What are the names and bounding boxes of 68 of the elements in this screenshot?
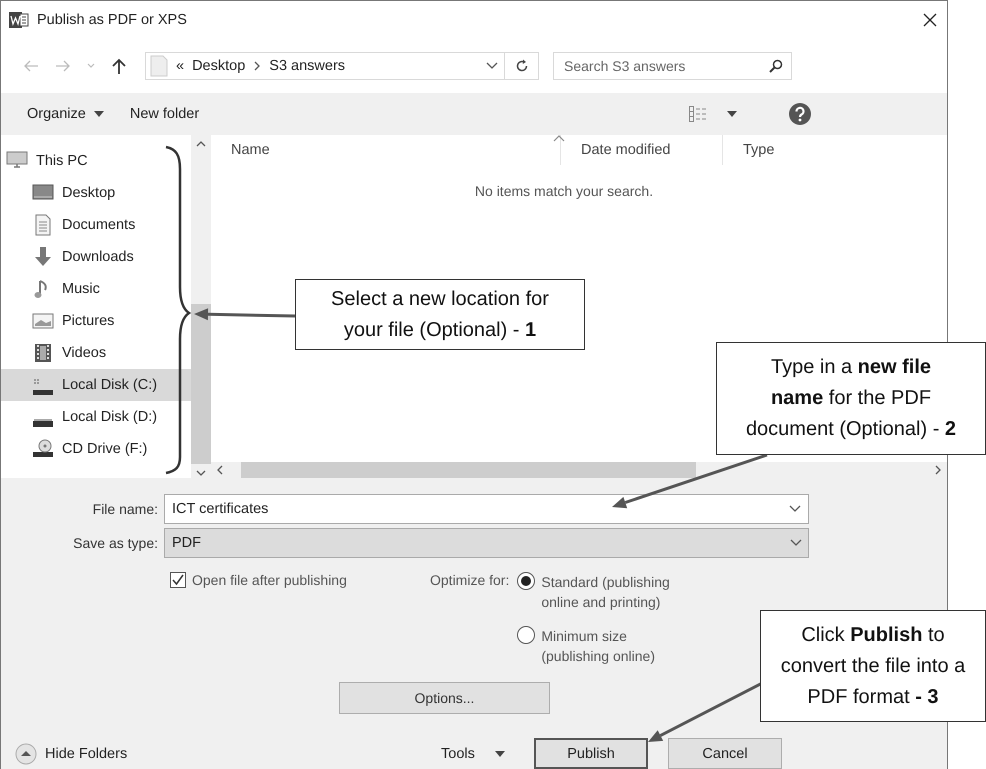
folder-tree-item[interactable]: Documents — [1, 208, 191, 241]
radio-option[interactable]: Standard (publishing online and printing) — [517, 572, 692, 612]
organize-menu[interactable]: Organize — [27, 106, 104, 122]
checkbox[interactable] — [170, 572, 186, 588]
folder-tree-item[interactable]: CD Drive (F:) — [1, 432, 191, 465]
folder-tree-item[interactable]: Local Disk (C:) — [1, 368, 191, 401]
checkbox-option[interactable]: Open file after publishing — [170, 572, 430, 666]
radio-button[interactable] — [517, 626, 536, 644]
folder-tree-item[interactable]: Pictures — [1, 304, 191, 337]
save-type-dropdown[interactable]: PDF — [164, 528, 809, 558]
empty-message: No items match your search. — [474, 182, 654, 199]
callout-box: Click Publish to convert the file into a PDF format - 3 — [760, 610, 986, 722]
drive-icon — [32, 418, 54, 428]
close-icon[interactable] — [923, 12, 937, 27]
chevron-down-icon[interactable] — [789, 505, 801, 513]
radio-option[interactable]: Minimum size (publishing online) — [517, 626, 692, 666]
overflow-chevron[interactable]: « — [176, 58, 184, 74]
publish-button[interactable]: Publish — [534, 738, 648, 769]
scroll-left-icon[interactable] — [217, 465, 223, 475]
up-arrow-icon[interactable] — [112, 58, 126, 74]
window-title: Publish as PDF or XPS — [37, 12, 188, 28]
folder-tree-item[interactable]: Music — [1, 272, 191, 305]
column-header[interactable]: Name — [211, 134, 561, 165]
folder-tree-item[interactable]: This PC — [1, 144, 191, 177]
folder-tree-item[interactable]: Downloads — [1, 240, 191, 273]
tools-menu[interactable]: Tools — [441, 746, 534, 762]
collapse-icon[interactable] — [15, 742, 37, 764]
radio-button[interactable] — [517, 572, 536, 590]
caret-icon — [727, 110, 737, 117]
optimize-label: Optimize for: — [430, 572, 510, 590]
path-segment[interactable]: Desktop — [192, 58, 246, 74]
hide-folders-button[interactable]: Hide Folders — [15, 742, 441, 764]
cancel-button[interactable]: Cancel — [668, 738, 782, 769]
search-icon — [769, 58, 783, 73]
film-icon — [32, 342, 54, 364]
chevron-icon — [253, 60, 262, 71]
refresh-icon[interactable] — [514, 58, 528, 73]
address-bar[interactable]: « Desktop S3 answers — [145, 52, 505, 80]
search-field[interactable]: Search S3 answers — [553, 52, 792, 80]
drive-icon — [32, 378, 54, 396]
view-options-icon[interactable] — [689, 106, 707, 122]
new-folder-button[interactable]: New folder — [130, 106, 200, 122]
caret-icon — [94, 110, 104, 117]
caret-icon — [494, 750, 505, 756]
chevron-down-icon[interactable] — [790, 539, 802, 547]
cd-drive-icon — [32, 438, 54, 460]
folder-tree-item[interactable]: Local Disk (D:) — [1, 400, 191, 433]
folder-tree-item[interactable]: Desktop — [1, 176, 191, 209]
scroll-right-icon[interactable] — [935, 465, 941, 475]
column-header[interactable]: Date modified — [561, 134, 723, 165]
folder-tree-item[interactable]: Videos — [1, 336, 191, 369]
scrollbar-thumb[interactable] — [241, 462, 696, 478]
callout-box: Type in a new file name for the PDF document (Optional) - 2 — [716, 342, 986, 455]
scroll-up-icon[interactable] — [196, 140, 206, 147]
folder-icon — [150, 54, 168, 77]
help-icon[interactable] — [789, 102, 811, 125]
options-button[interactable]: Options... — [339, 682, 550, 714]
scroll-down-icon[interactable] — [196, 470, 206, 476]
column-header[interactable]: Type — [723, 134, 928, 165]
scrollbar-thumb[interactable] — [191, 304, 211, 464]
file-name-field[interactable]: ICT certificates — [164, 494, 809, 524]
down-arrow-icon — [32, 246, 54, 268]
field-label: Save as type: — [72, 535, 159, 551]
callout-box: Select a new location for your file (Optional) - 1 — [295, 279, 585, 350]
chevron-down-icon[interactable] — [486, 62, 498, 70]
path-segment[interactable]: S3 answers — [269, 58, 346, 74]
word-app-icon — [9, 10, 29, 29]
field-label: File name: — [92, 501, 159, 517]
